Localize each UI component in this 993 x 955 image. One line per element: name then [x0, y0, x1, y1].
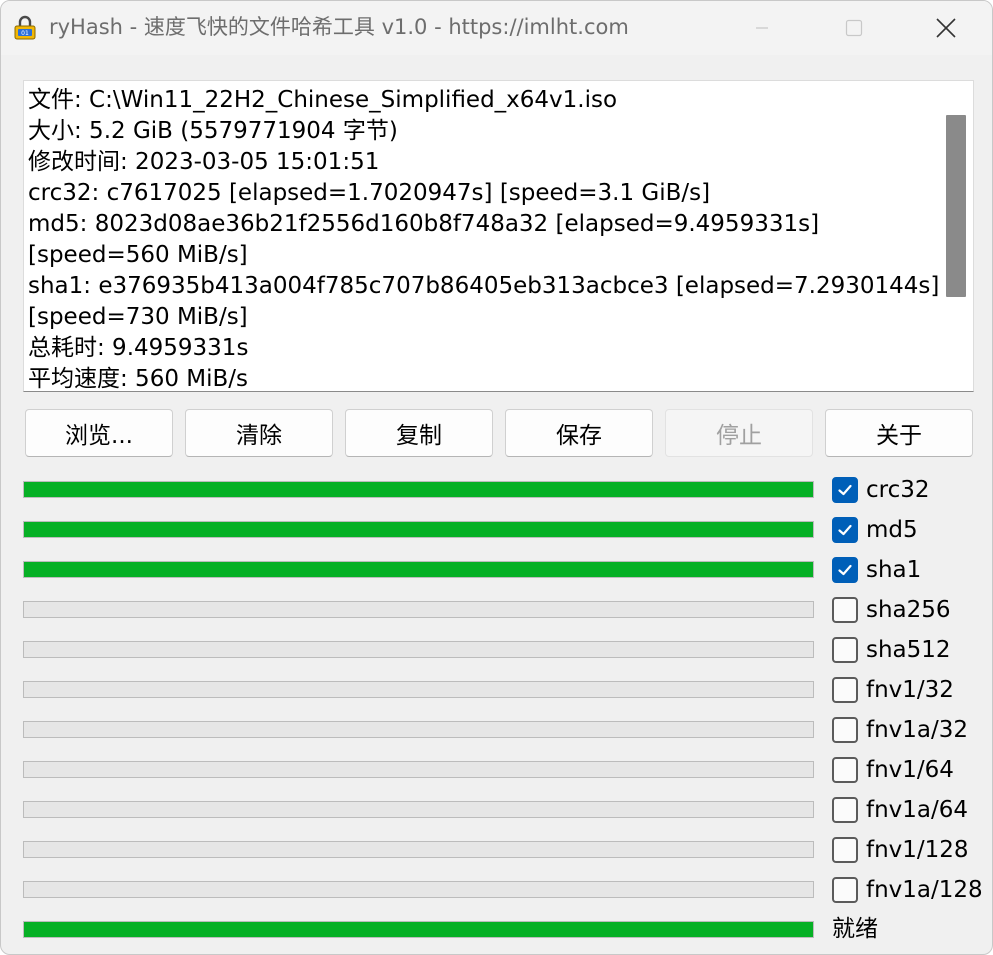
progress-bar [23, 841, 814, 858]
algorithm-label: sha256 [866, 597, 951, 623]
checkbox-unchecked-icon[interactable] [832, 757, 858, 783]
checkbox-checked-icon[interactable] [832, 557, 858, 583]
vertical-scrollbar[interactable] [939, 81, 973, 391]
progress-bar [23, 481, 814, 498]
overall-progress-bar [23, 921, 814, 938]
checkmark-icon [838, 524, 852, 536]
algorithm-row: sha256 [1, 589, 992, 629]
checkmark-icon [838, 484, 852, 496]
algorithm-checkbox[interactable]: fnv1/64 [832, 756, 954, 784]
action-button-row: 浏览... 清除 复制 保存 停止 关于 [25, 409, 973, 457]
log-line-md5: md5: 8023d08ae36b21f2556d160b8f748a32 [e… [28, 211, 820, 268]
log-line-modified: 修改时间: 2023-03-05 15:01:51 [28, 149, 380, 175]
progress-bar [23, 601, 814, 618]
checkbox-unchecked-icon[interactable] [832, 597, 858, 623]
maximize-button[interactable] [808, 1, 900, 55]
browse-button[interactable]: 浏览... [25, 409, 173, 457]
progress-bar-fill [24, 482, 813, 497]
progress-bar [23, 681, 814, 698]
checkbox-unchecked-icon[interactable] [832, 837, 858, 863]
maximize-icon [845, 19, 863, 37]
checkbox-unchecked-icon[interactable] [832, 637, 858, 663]
algorithm-checkbox[interactable]: sha256 [832, 596, 951, 624]
minimize-icon [756, 27, 768, 29]
algorithm-checkbox[interactable]: crc32 [832, 476, 930, 504]
log-line-file: 文件: C:\Win11_22H2_Chinese_Simplified_x64… [28, 87, 618, 113]
algorithm-checkbox[interactable]: sha1 [832, 556, 921, 584]
hash-output-textbox[interactable]: 文件: C:\Win11_22H2_Chinese_Simplified_x64… [23, 80, 974, 392]
app-window: 01 ryHash - 速度飞快的文件哈希工具 v1.0 - https://i… [0, 0, 993, 955]
checkbox-unchecked-icon[interactable] [832, 797, 858, 823]
algorithm-row: fnv1a/64 [1, 789, 992, 829]
algorithm-label: fnv1/32 [866, 677, 954, 703]
app-logo-icon: 01 [14, 15, 36, 40]
log-line-total-time: 总耗时: 9.4959331s [28, 335, 249, 361]
progress-bar [23, 761, 814, 778]
algorithm-checkbox[interactable]: fnv1a/32 [832, 716, 968, 744]
status-row: 就绪 [1, 909, 992, 949]
close-icon [936, 18, 956, 38]
progress-bar [23, 521, 814, 538]
minimize-button[interactable] [716, 1, 808, 55]
close-button[interactable] [900, 1, 992, 55]
log-text: 文件: C:\Win11_22H2_Chinese_Simplified_x64… [28, 85, 940, 392]
algorithm-label: fnv1a/32 [866, 717, 969, 743]
algorithm-label: fnv1/64 [866, 757, 954, 783]
algorithm-row: crc32 [1, 469, 992, 509]
overall-progress-fill [24, 922, 813, 937]
checkmark-icon [838, 564, 852, 576]
algorithm-row: fnv1/32 [1, 669, 992, 709]
checkbox-unchecked-icon[interactable] [832, 677, 858, 703]
checkbox-checked-icon[interactable] [832, 517, 858, 543]
log-line-average-speed: 平均速度: 560 MiB/s [28, 366, 249, 392]
scrollbar-thumb[interactable] [946, 115, 966, 297]
algorithm-row: fnv1a/128 [1, 869, 992, 909]
algorithm-label: sha512 [866, 637, 951, 663]
copy-button[interactable]: 复制 [345, 409, 493, 457]
about-button[interactable]: 关于 [825, 409, 973, 457]
algorithm-label: fnv1a/128 [866, 877, 983, 903]
svg-text:01: 01 [21, 30, 29, 37]
algorithm-row: fnv1/64 [1, 749, 992, 789]
algorithm-row: fnv1a/32 [1, 709, 992, 749]
algorithm-checkbox[interactable]: fnv1a/128 [832, 876, 983, 904]
algorithm-label: fnv1/128 [866, 837, 969, 863]
log-line-size: 大小: 5.2 GiB (5579771904 字节) [28, 118, 398, 144]
progress-bar [23, 801, 814, 818]
progress-bar-fill [24, 562, 813, 577]
title-bar[interactable]: 01 ryHash - 速度飞快的文件哈希工具 v1.0 - https://i… [1, 1, 992, 55]
algorithm-checkbox[interactable]: fnv1/32 [832, 676, 954, 704]
progress-bar [23, 721, 814, 738]
progress-bar-fill [24, 522, 813, 537]
algorithm-label: sha1 [866, 557, 922, 583]
algorithm-checkbox[interactable]: md5 [832, 516, 918, 544]
stop-button[interactable]: 停止 [665, 409, 813, 457]
algorithm-row: md5 [1, 509, 992, 549]
algorithm-checkbox[interactable]: fnv1a/64 [832, 796, 968, 824]
clear-button[interactable]: 清除 [185, 409, 333, 457]
algorithm-label: fnv1a/64 [866, 797, 969, 823]
checkbox-checked-icon[interactable] [832, 477, 858, 503]
algorithm-row: sha512 [1, 629, 992, 669]
algorithm-label: crc32 [866, 477, 930, 503]
progress-bar [23, 561, 814, 578]
algorithm-checkbox[interactable]: sha512 [832, 636, 951, 664]
algorithm-row: sha1 [1, 549, 992, 589]
save-button[interactable]: 保存 [505, 409, 653, 457]
log-line-crc32: crc32: c7617025 [elapsed=1.7020947s] [sp… [28, 180, 711, 206]
algorithm-row: fnv1/128 [1, 829, 992, 869]
progress-bar [23, 881, 814, 898]
status-label: 就绪 [832, 916, 878, 942]
checkbox-unchecked-icon[interactable] [832, 877, 858, 903]
algorithm-label: md5 [866, 517, 918, 543]
algorithm-checkbox[interactable]: fnv1/128 [832, 836, 969, 864]
progress-bar [23, 641, 814, 658]
window-title: ryHash - 速度飞快的文件哈希工具 v1.0 - https://imlh… [49, 15, 629, 39]
checkbox-unchecked-icon[interactable] [832, 717, 858, 743]
log-line-sha1: sha1: e376935b413a004f785c707b86405eb313… [28, 273, 940, 330]
